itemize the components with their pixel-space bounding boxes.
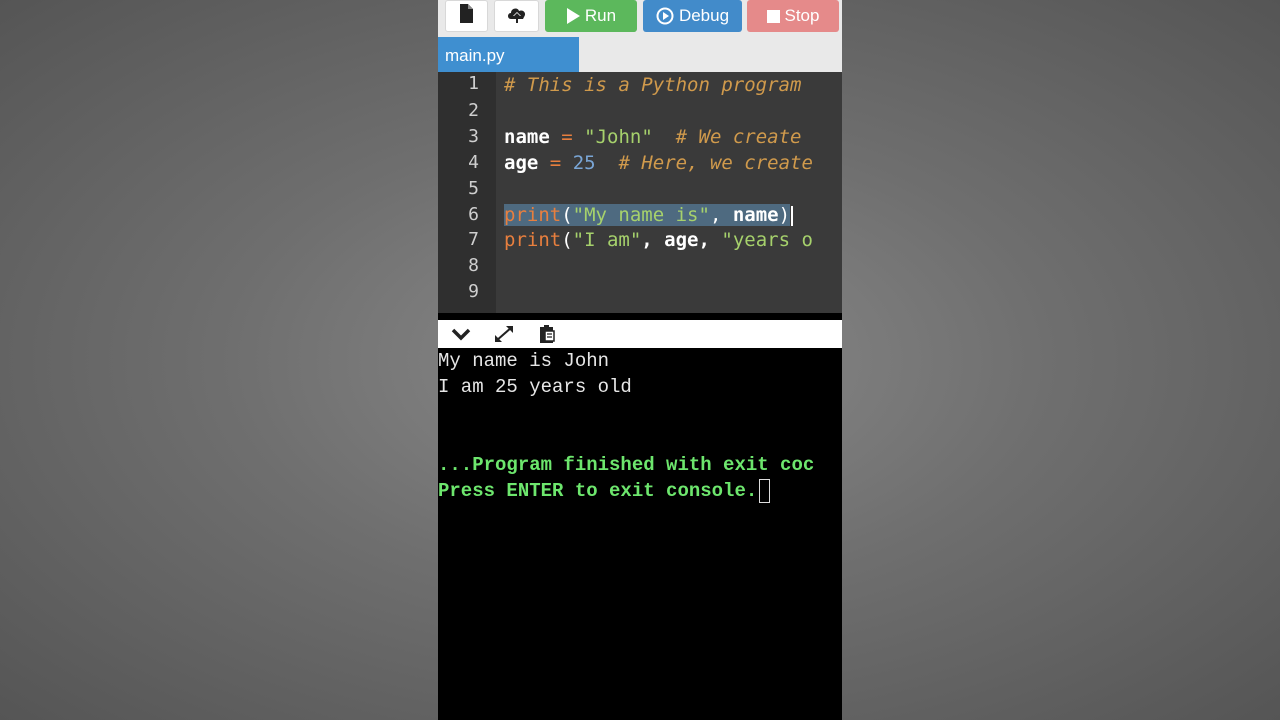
console-output-line: I am 25 years old bbox=[438, 376, 632, 398]
code-number: 25 bbox=[572, 152, 596, 174]
tab-main-py[interactable]: main.py bbox=[438, 37, 579, 72]
code-string: "years o bbox=[721, 229, 813, 251]
line-number: 5 bbox=[468, 178, 479, 199]
code-function: print bbox=[504, 229, 562, 251]
play-icon bbox=[566, 8, 580, 24]
run-label: Run bbox=[584, 6, 617, 25]
cloud-upload-icon bbox=[506, 5, 528, 28]
code-comment: # Here, we create bbox=[618, 152, 813, 174]
line-number: 1 bbox=[468, 73, 479, 94]
line-number: 9 bbox=[468, 281, 479, 302]
code-line-6-selected: print("My name is", name) bbox=[504, 202, 794, 228]
code-comment: # This is a Python program bbox=[504, 74, 802, 96]
tab-label: main.py bbox=[445, 46, 505, 65]
code-function: print bbox=[504, 204, 562, 226]
code-line-4: age = 25 # Here, we create bbox=[504, 150, 813, 176]
code-variable: age bbox=[504, 152, 539, 174]
run-button[interactable]: Run bbox=[545, 0, 637, 32]
stop-label: Stop bbox=[784, 6, 820, 25]
debug-button[interactable]: Debug bbox=[643, 0, 742, 32]
debug-play-circle-icon bbox=[656, 7, 674, 25]
line-number: 3 bbox=[468, 126, 479, 147]
code-string: "I am" bbox=[572, 229, 642, 251]
code-comment: # We create bbox=[675, 126, 802, 148]
selection-highlight: print("My name is", name) bbox=[504, 204, 791, 226]
code-paren: ( bbox=[561, 204, 573, 226]
code-separator: , bbox=[709, 204, 722, 226]
code-line-1: # This is a Python program bbox=[504, 72, 801, 98]
code-editor[interactable]: 1 2 3 4 5 6 7 8 9 # This is a Python pro… bbox=[438, 72, 842, 313]
debug-label: Debug bbox=[678, 6, 730, 25]
code-line-7: print("I am", age, "years o bbox=[504, 227, 813, 253]
stop-button[interactable]: Stop bbox=[747, 0, 839, 32]
new-file-button[interactable] bbox=[445, 0, 488, 32]
toolbar: Run Debug Stop bbox=[438, 0, 842, 38]
code-string: "My name is" bbox=[572, 204, 710, 226]
console-finish-line: ...Program finished with exit coc bbox=[438, 454, 815, 476]
line-number: 2 bbox=[468, 100, 479, 121]
code-string: "John" bbox=[584, 126, 653, 148]
code-argument: name bbox=[721, 204, 779, 226]
line-number: 8 bbox=[468, 255, 479, 276]
console-prompt-line: Press ENTER to exit console. bbox=[438, 478, 771, 504]
console-prompt-text: Press ENTER to exit console. bbox=[438, 480, 758, 502]
line-number: 6 bbox=[468, 204, 479, 225]
code-variable: name bbox=[504, 126, 550, 148]
code-paren: ( bbox=[561, 229, 573, 251]
tab-bar: main.py bbox=[438, 37, 842, 72]
ide-window: Run Debug Stop main.py 1 2 3 4 5 6 7 8 9… bbox=[438, 0, 842, 720]
code-arguments: , age, bbox=[641, 229, 722, 251]
chevron-down-icon[interactable] bbox=[449, 324, 473, 344]
code-line-3: name = "John" # We create bbox=[504, 124, 802, 150]
clipboard-icon[interactable] bbox=[535, 324, 559, 344]
text-cursor bbox=[791, 205, 794, 226]
code-operator: = bbox=[549, 152, 562, 174]
console-cursor bbox=[759, 478, 771, 503]
console-output[interactable]: My name is John I am 25 years old ...Pro… bbox=[438, 348, 842, 720]
code-operator: = bbox=[561, 126, 573, 148]
file-icon bbox=[459, 4, 474, 28]
line-number: 7 bbox=[468, 229, 479, 250]
code-paren: ) bbox=[778, 204, 791, 226]
stop-icon bbox=[766, 9, 780, 23]
upload-button[interactable] bbox=[494, 0, 539, 32]
console-output-line: My name is John bbox=[438, 350, 610, 372]
expand-icon[interactable] bbox=[492, 324, 516, 344]
console-toolbar bbox=[438, 320, 842, 348]
line-number: 4 bbox=[468, 152, 479, 173]
